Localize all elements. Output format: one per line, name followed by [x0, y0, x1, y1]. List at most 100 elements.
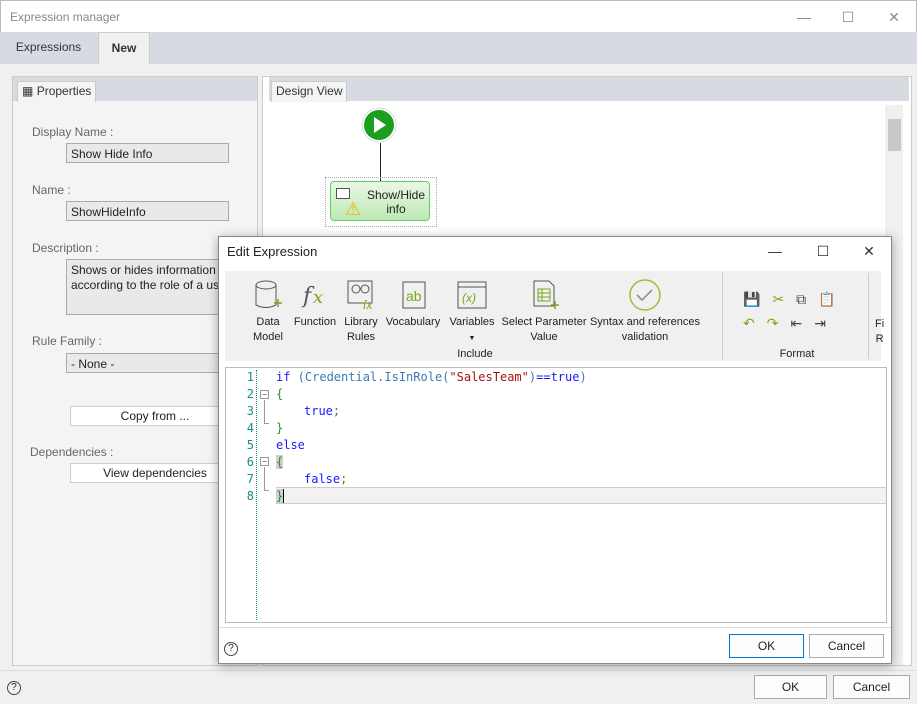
include-group-label: Include — [457, 348, 493, 360]
validation-button[interactable]: Syntax and references validation — [589, 279, 701, 345]
properties-icon: ▦ — [22, 84, 34, 98]
copy-icon[interactable]: ⧉ — [796, 291, 818, 307]
svg-text:fx: fx — [363, 298, 373, 311]
code-line-1: if (Credential.IsInRole("SalesTeam")==tr… — [276, 370, 587, 384]
indent-icon[interactable]: ⇥ — [814, 315, 838, 331]
window-title: Expression manager — [10, 10, 121, 24]
dependencies-label: Dependencies : — [30, 445, 114, 459]
dialog-ok-button[interactable]: OK — [729, 634, 804, 658]
window-titlebar: Expression manager — ☐ ✕ — [0, 0, 917, 32]
tab-design-view[interactable]: Design View — [271, 81, 348, 102]
dialog-minimize-button[interactable]: — — [765, 241, 785, 261]
fx-icon: fx — [301, 284, 323, 309]
vocabulary-button[interactable]: ab Vocabulary — [383, 279, 443, 330]
parameter-icon — [533, 280, 559, 309]
node-label: Show/Hide info — [366, 188, 426, 216]
description-field[interactable]: Shows or hides information according to … — [66, 259, 236, 315]
vocabulary-icon: ab — [402, 281, 426, 309]
cut-icon[interactable]: ✂ — [772, 291, 796, 307]
format-group-label: Format — [779, 348, 815, 360]
line-number: 1 — [246, 370, 254, 384]
variables-button[interactable]: (x) Variables ▼ — [447, 279, 497, 346]
variables-dropdown-icon[interactable]: ▼ — [469, 335, 476, 342]
help-icon[interactable]: ? — [7, 681, 21, 695]
library-rules-icon: fx — [347, 280, 373, 311]
tab-expressions[interactable]: Expressions — [0, 32, 97, 64]
token: false — [304, 472, 341, 486]
select-parameter-button[interactable]: Select Parameter Value — [501, 279, 587, 345]
outdent-icon[interactable]: ⇤ — [790, 315, 814, 331]
view-dependencies-button[interactable]: View dependencies — [70, 463, 240, 483]
gutter-line — [256, 370, 257, 620]
library-rules-button[interactable]: fx Library Rules — [341, 279, 381, 345]
variables-label: Variables — [449, 316, 495, 328]
rule-family-select[interactable]: - None - — [66, 353, 236, 373]
tab-properties[interactable]: ▦ Properties — [17, 81, 97, 102]
partial-label-1: Fi — [875, 318, 885, 330]
line-number: 5 — [246, 438, 254, 452]
code-line-3: true; — [304, 404, 340, 418]
save-icon[interactable]: 💾 — [743, 291, 772, 307]
start-node-icon[interactable] — [359, 107, 399, 147]
fold-toggle-icon[interactable]: − — [260, 390, 269, 399]
dialog-cancel-button[interactable]: Cancel — [809, 634, 884, 658]
code-line-8: } — [276, 489, 285, 503]
token: true — [304, 404, 333, 418]
format-tools: 💾✂⧉📋 ↶↷⇤⇥ — [743, 287, 848, 335]
data-model-button[interactable]: Data Model — [247, 279, 289, 345]
paste-icon[interactable]: 📋 — [818, 291, 847, 307]
partial-label-2: R — [875, 333, 884, 345]
tab-new[interactable]: New — [98, 32, 150, 64]
code-line-6: { — [276, 455, 284, 469]
show-hide-node[interactable]: ⚠ Show/Hide info — [330, 181, 430, 221]
minimize-button[interactable]: — — [794, 7, 814, 27]
rule-family-label: Rule Family : — [32, 334, 103, 348]
token: ( — [290, 370, 305, 384]
scrollbar-thumb[interactable] — [888, 119, 901, 151]
redo-icon[interactable]: ↷ — [767, 315, 791, 331]
dialog-maximize-button[interactable]: ☐ — [813, 241, 833, 261]
ribbon: Data Model fx Function fx Library Rules … — [225, 271, 884, 361]
cancel-button[interactable]: Cancel — [833, 675, 910, 699]
current-line-highlight — [276, 487, 886, 504]
display-name-label: Display Name : — [32, 125, 114, 139]
fold-line — [264, 467, 269, 491]
name-field[interactable]: ShowHideInfo — [66, 201, 229, 221]
ribbon-divider — [722, 273, 723, 359]
validation-label: Syntax and references validation — [589, 316, 701, 343]
footer-bar: ? OK Cancel — [0, 670, 917, 704]
line-number: 7 — [246, 472, 254, 486]
screen-icon — [336, 188, 350, 199]
code-editor[interactable]: 1 2 3 4 5 6 7 8 − − if (Credential.IsInRole("Sa… — [225, 367, 887, 623]
warning-icon: ⚠ — [345, 199, 362, 219]
svg-text:ab: ab — [406, 288, 422, 304]
properties-tab-label: Properties — [36, 84, 92, 98]
fold-toggle-icon[interactable]: − — [260, 457, 269, 466]
vocabulary-label: Vocabulary — [385, 316, 441, 328]
tab-strip: Expressions New — [0, 32, 917, 64]
connector-line — [380, 143, 381, 181]
dialog-help-icon[interactable]: ? — [224, 642, 238, 656]
line-number: 2 — [246, 387, 254, 401]
token: if — [276, 370, 291, 384]
validation-icon — [629, 279, 661, 311]
dialog-close-button[interactable]: ✕ — [859, 241, 879, 261]
undo-icon[interactable]: ↶ — [743, 315, 767, 331]
function-button[interactable]: fx Function — [291, 279, 339, 330]
svg-text:(x): (x) — [462, 291, 476, 305]
copy-from-button[interactable]: Copy from ... — [70, 406, 240, 426]
select-parameter-label: Select Parameter Value — [501, 316, 587, 343]
variables-icon: (x) — [457, 281, 487, 309]
partial-ribbon-button[interactable]: Fi R — [875, 317, 884, 347]
ok-button[interactable]: OK — [754, 675, 827, 699]
code-line-2: { — [276, 387, 284, 401]
maximize-button[interactable]: ☐ — [838, 7, 858, 27]
close-button[interactable]: ✕ — [884, 7, 904, 27]
code-line-5: else — [276, 438, 305, 452]
dialog-title: Edit Expression — [227, 244, 318, 259]
display-name-field[interactable]: Show Hide Info — [66, 143, 229, 163]
line-number: 3 — [246, 404, 254, 418]
token: ) — [579, 370, 587, 384]
token: "SalesTeam" — [449, 370, 529, 384]
fold-line — [264, 400, 269, 424]
